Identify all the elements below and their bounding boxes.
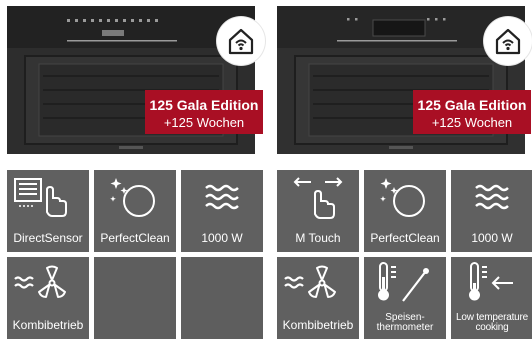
badge-subtitle: +125 Wochen <box>431 115 513 130</box>
feature-label: PerfectClean <box>100 231 170 245</box>
badge-title: 125 Gala Edition <box>149 97 259 113</box>
feature-tile-perfectclean: PerfectClean <box>364 170 446 252</box>
product-card-left[interactable]: 125 Gala Edition +125 Wochen DirectSenso… <box>7 0 265 339</box>
feature-label: Speisen- thermometer <box>376 312 434 333</box>
badge-title: 125 Gala Edition <box>417 97 527 113</box>
feature-label: M Touch <box>295 231 341 245</box>
gala-edition-badge: 125 Gala Edition +125 Wochen <box>413 90 531 134</box>
feature-label: Kombibetrieb <box>12 318 84 332</box>
feature-label: PerfectClean <box>370 231 440 245</box>
feature-tile-directsensor: DirectSensor <box>7 170 89 252</box>
feature-tile-mtouch: M Touch <box>277 170 359 252</box>
combination-mode-icon <box>284 265 336 298</box>
heat-waves-icon <box>205 184 239 210</box>
perfect-clean-icon <box>380 178 425 217</box>
smart-home-wifi-icon <box>484 17 532 65</box>
combination-mode-icon <box>14 265 66 298</box>
feature-tile-thermometer: Speisen- thermometer <box>364 257 446 339</box>
feature-label: Kombibetrieb <box>282 318 354 332</box>
product-card-right[interactable]: 125 Gala Edition +125 Wochen M Touch Per… <box>277 0 532 339</box>
food-thermometer-icon <box>378 262 429 302</box>
feature-label: 1000 W <box>201 231 243 245</box>
feature-tile-kombibetrieb: Kombibetrieb <box>277 257 359 339</box>
feature-tile-perfectclean: PerfectClean <box>94 170 176 252</box>
feature-tile-power: 1000 W <box>451 170 532 252</box>
feature-tile-empty <box>181 257 263 339</box>
perfect-clean-icon <box>110 178 155 217</box>
direct-sensor-icon <box>14 178 67 217</box>
smart-home-wifi-icon <box>217 17 265 65</box>
gala-edition-badge: 125 Gala Edition +125 Wochen <box>145 90 263 134</box>
feature-tile-empty <box>94 257 176 339</box>
feature-label: Low temperature cooking <box>455 312 529 333</box>
feature-label: 1000 W <box>471 231 513 245</box>
heat-waves-icon <box>475 184 509 210</box>
touch-swipe-icon <box>293 177 343 219</box>
feature-tile-low-temperature: Low temperature cooking <box>451 257 532 339</box>
low-temperature-icon <box>469 262 513 301</box>
badge-subtitle: +125 Wochen <box>163 115 245 130</box>
feature-tile-kombibetrieb: Kombibetrieb <box>7 257 89 339</box>
feature-label: DirectSensor <box>13 231 83 245</box>
feature-tile-power: 1000 W <box>181 170 263 252</box>
